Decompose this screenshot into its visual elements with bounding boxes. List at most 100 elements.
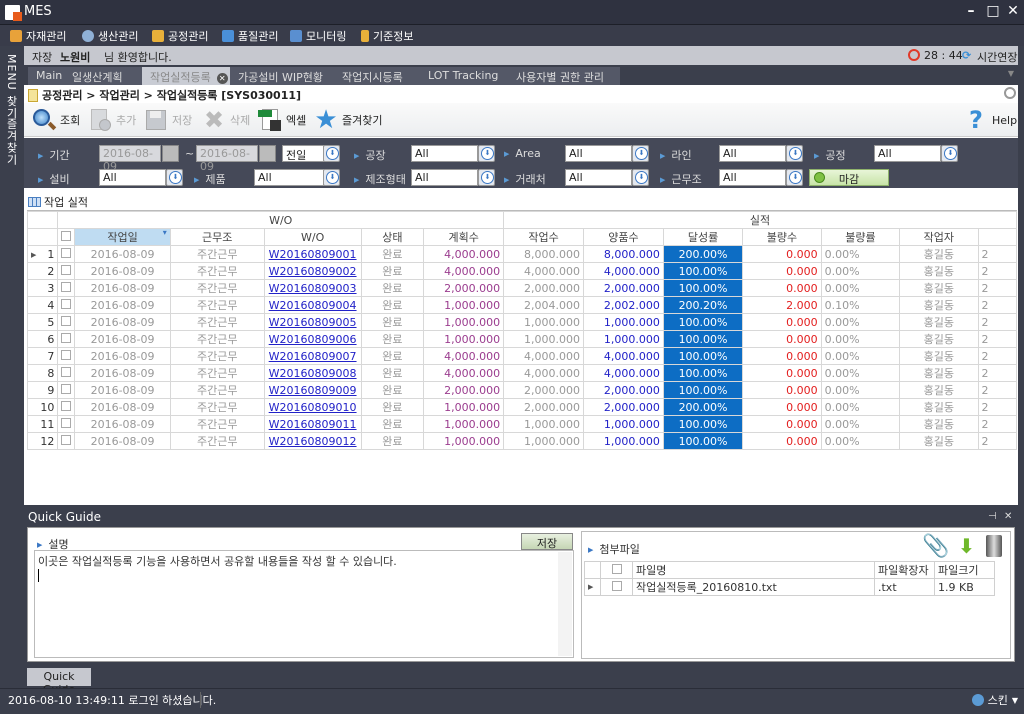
textarea-scrollbar[interactable]: [558, 552, 572, 656]
search-button[interactable]: 조회: [32, 107, 80, 133]
table-row[interactable]: 5 2016-08-09 주간근무 W20160809005 완료 1,000.000 1,…: [27, 313, 1017, 331]
day-select[interactable]: 전일: [282, 145, 324, 162]
col-work-date[interactable]: 작업일: [74, 228, 171, 246]
tab-close-icon[interactable]: ✕: [216, 73, 228, 84]
select-all-checkbox[interactable]: [57, 228, 76, 246]
cell-wo-link[interactable]: W20160809010: [263, 398, 362, 416]
cell-wo-link[interactable]: W20160809009: [263, 381, 362, 399]
col-good-qty[interactable]: 양품수: [582, 228, 664, 246]
dropdown-arrow-icon[interactable]: [323, 169, 340, 186]
delete-button[interactable]: ✖ 삭제: [202, 107, 250, 133]
tab-list-dropdown-icon[interactable]: ▼: [1008, 69, 1014, 78]
tab-lot-tracking[interactable]: LOT Tracking: [420, 67, 508, 85]
process-select[interactable]: All: [874, 145, 941, 162]
row-checkbox[interactable]: [57, 330, 76, 348]
row-checkbox[interactable]: [57, 398, 76, 416]
menu-process[interactable]: 공정관리: [152, 28, 208, 44]
cell-wo-link[interactable]: W20160809004: [263, 296, 362, 314]
table-row[interactable]: 7 2016-08-09 주간근무 W20160809007 완료 4,000.000 4,…: [27, 347, 1017, 365]
calendar-icon[interactable]: [259, 145, 276, 162]
file-select-all-checkbox[interactable]: [600, 561, 633, 579]
trash-icon[interactable]: [986, 535, 1002, 557]
row-checkbox[interactable]: [57, 381, 76, 399]
paperclip-icon[interactable]: 📎: [922, 534, 949, 559]
col-status[interactable]: 상태: [360, 228, 425, 246]
menu-search-tab[interactable]: MENU 찾기: [3, 54, 19, 119]
row-checkbox[interactable]: [57, 279, 76, 297]
plant-select[interactable]: All: [411, 145, 478, 162]
cell-wo-link[interactable]: W20160809005: [263, 313, 362, 331]
row-checkbox[interactable]: [57, 347, 76, 365]
dropdown-arrow-icon[interactable]: [786, 145, 803, 162]
menu-production[interactable]: 생산관리: [82, 28, 138, 44]
mfg-type-select[interactable]: All: [411, 169, 478, 186]
table-row[interactable]: 6 2016-08-09 주간근무 W20160809006 완료 1,000.000 1,…: [27, 330, 1017, 348]
minimize-icon[interactable]: –: [962, 3, 980, 19]
calendar-icon[interactable]: [162, 145, 179, 162]
cell-wo-link[interactable]: W20160809011: [263, 415, 362, 433]
cell-wo-link[interactable]: W20160809003: [263, 279, 362, 297]
row-checkbox[interactable]: [57, 313, 76, 331]
pin-icon[interactable]: ⊣: [988, 511, 997, 522]
guide-save-button[interactable]: 저장: [521, 533, 573, 550]
tab-work-result[interactable]: 작업실적등록 ✕: [142, 67, 230, 85]
table-row[interactable]: 2 2016-08-09 주간근무 W20160809002 완료 4,000.000 4,…: [27, 262, 1017, 280]
shift-select[interactable]: All: [719, 169, 786, 186]
cell-wo-link[interactable]: W20160809002: [263, 262, 362, 280]
tab-daily-plan[interactable]: 일생산계획: [64, 67, 142, 85]
favorite-button[interactable]: ★ 즐겨찾기: [314, 107, 382, 133]
close-icon[interactable]: ✕: [1004, 3, 1022, 19]
col-achievement[interactable]: 달성률: [662, 228, 744, 246]
table-row[interactable]: 12 2016-08-09 주간근무 W20160809012 완료 1,000.000 1…: [27, 432, 1017, 450]
table-row[interactable]: 9 2016-08-09 주간근무 W20160809009 완료 2,000.000 2,…: [27, 381, 1017, 399]
col-shift[interactable]: 근무조: [169, 228, 265, 246]
table-row[interactable]: 3 2016-08-09 주간근무 W20160809003 완료 2,000.000 2,…: [27, 279, 1017, 297]
product-select[interactable]: All: [254, 169, 324, 186]
cell-wo-link[interactable]: W20160809001: [263, 245, 362, 263]
table-row[interactable]: ▶ 1 2016-08-09 주간근무 W20160809001 완료 4,000.000 8…: [27, 245, 1017, 263]
add-button[interactable]: 추가: [88, 107, 136, 133]
table-row[interactable]: 4 2016-08-09 주간근무 W20160809004 완료 1,000.000 2,…: [27, 296, 1017, 314]
date-from-input[interactable]: 2016-08-09: [99, 145, 161, 173]
dropdown-arrow-icon[interactable]: [786, 169, 803, 186]
table-row[interactable]: 11 2016-08-09 주간근무 W20160809011 완료 1,000.000 1…: [27, 415, 1017, 433]
settings-icon[interactable]: [1004, 87, 1016, 99]
dropdown-arrow-icon[interactable]: [478, 169, 495, 186]
close-period-button[interactable]: 마감: [809, 169, 889, 186]
download-icon[interactable]: ⬇: [958, 534, 975, 558]
refresh-icon[interactable]: ⟳: [962, 49, 971, 62]
dropdown-arrow-icon[interactable]: [166, 169, 183, 186]
cell-wo-link[interactable]: W20160809008: [263, 364, 362, 382]
dropdown-arrow-icon[interactable]: [941, 145, 958, 162]
col-defect-rate[interactable]: 불량률: [820, 228, 901, 246]
col-worker[interactable]: 작업자: [899, 228, 979, 246]
date-to-input[interactable]: 2016-08-09: [196, 145, 258, 173]
menu-quality[interactable]: 품질관리: [222, 28, 278, 44]
row-checkbox[interactable]: [57, 245, 76, 263]
save-button[interactable]: 저장: [144, 107, 192, 133]
file-row[interactable]: ▶ 작업실적등록_20160810.txt .txt 1.9 KB: [584, 578, 995, 596]
vendor-select[interactable]: All: [565, 169, 632, 186]
col-work-qty[interactable]: 작업수: [503, 228, 584, 246]
table-row[interactable]: 8 2016-08-09 주간근무 W20160809008 완료 4,000.000 4,…: [27, 364, 1017, 382]
cell-wo-link[interactable]: W20160809006: [263, 330, 362, 348]
row-checkbox[interactable]: [57, 262, 76, 280]
col-extra[interactable]: [977, 228, 1017, 246]
row-checkbox[interactable]: [57, 432, 76, 450]
row-checkbox[interactable]: [57, 415, 76, 433]
col-wo[interactable]: W/O: [263, 228, 362, 246]
tab-work-order[interactable]: 작업지시등록: [334, 67, 420, 85]
menu-monitoring[interactable]: 모니터링: [290, 28, 346, 44]
favorites-tab[interactable]: 즐겨찾기: [3, 118, 19, 166]
panel-close-icon[interactable]: ✕: [1004, 511, 1012, 522]
excel-button[interactable]: 엑셀: [258, 107, 306, 133]
menu-material[interactable]: 자재관리: [10, 28, 66, 44]
row-checkbox[interactable]: [57, 364, 76, 382]
cell-wo-link[interactable]: W20160809012: [263, 432, 362, 450]
tab-wip-status[interactable]: 가공설비 WIP현황: [230, 67, 334, 85]
maximize-icon[interactable]: □: [984, 3, 1002, 19]
col-plan-qty[interactable]: 계획수: [423, 228, 505, 246]
dropdown-arrow-icon[interactable]: [323, 145, 340, 162]
cell-wo-link[interactable]: W20160809007: [263, 347, 362, 365]
dropdown-arrow-icon[interactable]: [632, 169, 649, 186]
